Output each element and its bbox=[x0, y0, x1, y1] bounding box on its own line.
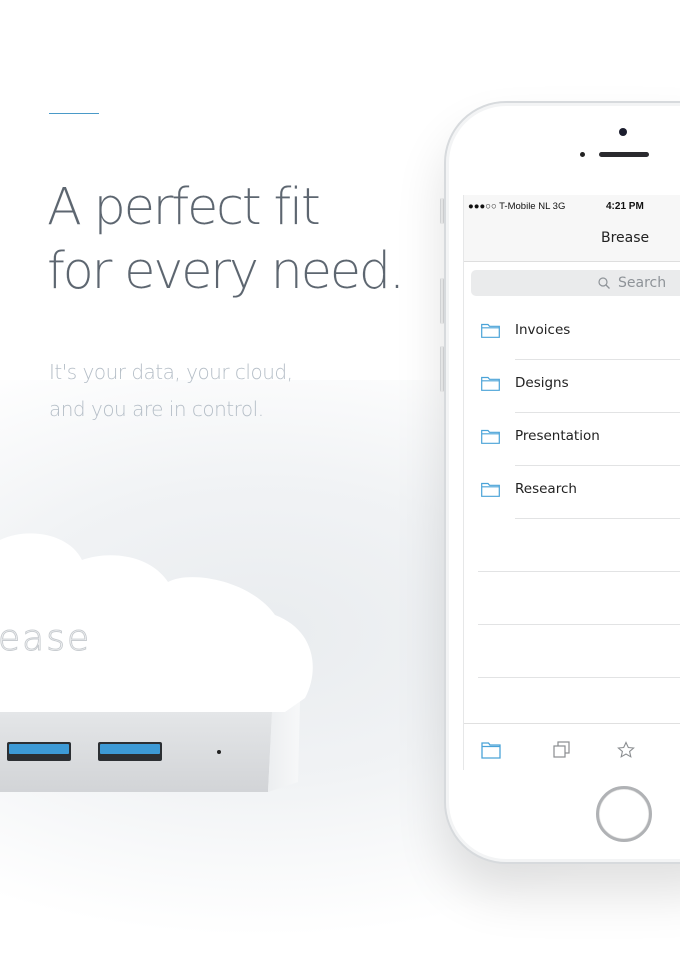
empty-row bbox=[464, 519, 680, 572]
volume-up-button bbox=[440, 278, 444, 324]
tab-favorites-star-icon[interactable] bbox=[616, 741, 636, 759]
folder-label: Invoices bbox=[515, 322, 571, 338]
search-placeholder: Search bbox=[618, 275, 667, 291]
earpiece-speaker bbox=[599, 152, 649, 157]
headline-line-1: A perfect fit bbox=[47, 178, 321, 237]
nav-bar: Brease bbox=[464, 217, 680, 262]
search-input[interactable]: Search bbox=[471, 270, 680, 296]
cloud-device: ease bbox=[0, 520, 320, 800]
empty-row bbox=[464, 572, 680, 625]
empty-row bbox=[464, 625, 680, 678]
folder-item-research[interactable]: Research bbox=[464, 466, 680, 519]
usb-port bbox=[7, 742, 71, 761]
search-area: Search bbox=[464, 262, 680, 302]
proximity-sensor bbox=[580, 152, 585, 157]
folder-item-invoices[interactable]: Invoices bbox=[464, 307, 680, 360]
phone-screen: ●●●○○ T-Mobile NL 3G 4:21 PM Brease Sear… bbox=[463, 195, 680, 770]
tab-bar bbox=[464, 723, 680, 770]
search-icon bbox=[598, 277, 610, 289]
home-button[interactable] bbox=[596, 786, 652, 842]
folder-list: Invoices Designs Presentation Research bbox=[464, 307, 680, 678]
carrier-signal: ●●●○○ T-Mobile NL 3G bbox=[468, 201, 566, 212]
folder-icon bbox=[481, 482, 500, 497]
folder-item-designs[interactable]: Designs bbox=[464, 360, 680, 413]
accent-line bbox=[49, 113, 99, 114]
headline: A perfect fit for every need. bbox=[47, 176, 447, 304]
tab-copies-copy-icon[interactable] bbox=[552, 741, 572, 759]
folder-label: Designs bbox=[515, 375, 569, 391]
subtext: It's your data, your cloud, and you are … bbox=[49, 354, 369, 428]
device-logo: ease bbox=[0, 618, 92, 660]
status-bar: ●●●○○ T-Mobile NL 3G 4:21 PM bbox=[464, 195, 680, 217]
volume-down-button bbox=[440, 346, 444, 392]
headline-line-2: for every need. bbox=[47, 242, 405, 301]
mute-switch bbox=[440, 198, 444, 224]
subtext-line-2: and you are in control. bbox=[49, 397, 264, 421]
usb-port bbox=[98, 742, 162, 761]
status-time: 4:21 PM bbox=[606, 201, 644, 212]
tab-files-folder-icon[interactable] bbox=[481, 741, 501, 759]
nav-title: Brease bbox=[601, 230, 650, 246]
front-camera bbox=[619, 128, 627, 136]
divider bbox=[478, 677, 680, 678]
folder-icon bbox=[481, 376, 500, 391]
folder-icon bbox=[481, 323, 500, 338]
subtext-line-1: It's your data, your cloud, bbox=[49, 360, 293, 384]
folder-label: Presentation bbox=[515, 428, 600, 444]
folder-item-presentation[interactable]: Presentation bbox=[464, 413, 680, 466]
folder-label: Research bbox=[515, 481, 577, 497]
folder-icon bbox=[481, 429, 500, 444]
status-led bbox=[217, 750, 221, 754]
